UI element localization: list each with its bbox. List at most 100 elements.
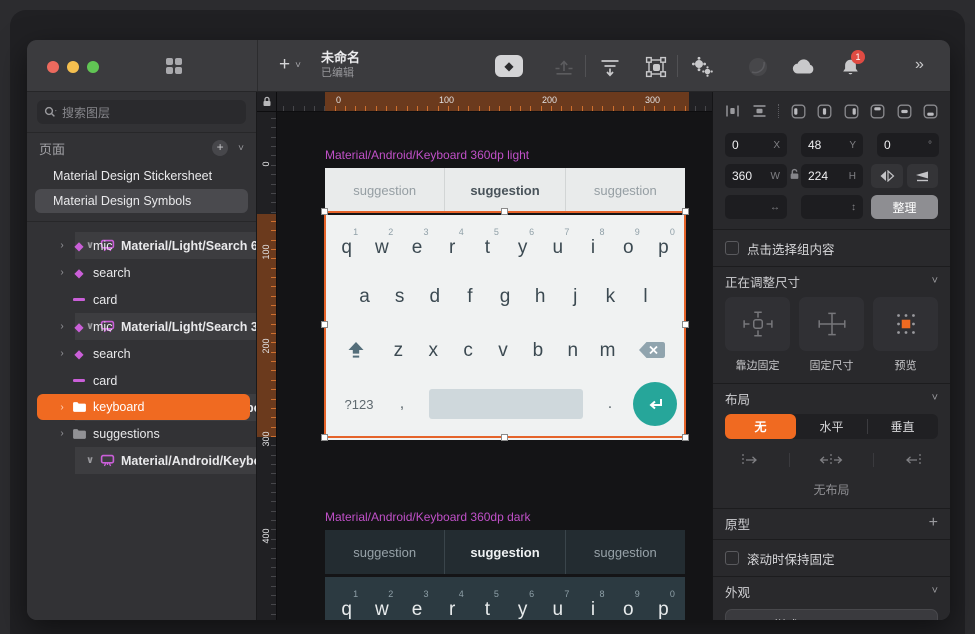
y-position-field[interactable]: 48Y xyxy=(801,133,863,157)
pages-collapse-chevron-icon[interactable]: ˅ xyxy=(238,143,244,154)
align-center-icon[interactable] xyxy=(818,453,844,467)
layer-row-symbol[interactable]: ›◆search xyxy=(27,259,256,286)
suggestion-chip[interactable]: suggestion xyxy=(325,530,444,574)
selection-handle[interactable] xyxy=(321,321,328,328)
cloud-sync-button[interactable] xyxy=(791,56,817,78)
resize-preview-button[interactable]: 预览 xyxy=(873,297,938,373)
align-middle-vertical-button[interactable] xyxy=(897,104,912,119)
align-left-button[interactable] xyxy=(791,104,806,119)
chevron-right-icon[interactable]: › xyxy=(55,428,69,439)
layer-row-folder[interactable]: ›keyboard xyxy=(37,394,250,420)
layer-row-symbol-instance[interactable]: card xyxy=(27,286,256,313)
layer-row-symbol[interactable]: ›◆mic xyxy=(27,313,256,340)
ruler-corner[interactable] xyxy=(257,92,277,112)
fix-size-button[interactable]: 固定尺寸 xyxy=(799,297,864,373)
select-group-content-checkbox[interactable] xyxy=(725,241,739,255)
key-w[interactable]: 2w xyxy=(364,589,399,620)
key-o[interactable]: 9o xyxy=(611,589,646,620)
v-spacing-field[interactable]: ↕ xyxy=(801,195,863,219)
create-symbol-button[interactable] xyxy=(551,56,577,78)
pin-to-edge-button[interactable]: 靠边固定 xyxy=(725,297,790,373)
component-grid-view-toggle[interactable] xyxy=(157,54,191,78)
flip-horizontal-button[interactable] xyxy=(871,164,903,188)
flip-vertical-button[interactable] xyxy=(907,164,939,188)
close-window-button[interactable] xyxy=(47,61,59,73)
selection-handle[interactable] xyxy=(501,208,508,215)
layer-row-artboard[interactable]: ∨Material/Android/Keyboard... xyxy=(75,447,257,474)
layout-vertical-segment[interactable]: 垂直 xyxy=(867,414,938,439)
chevron-right-icon[interactable]: › xyxy=(55,267,69,278)
aspect-lock-button[interactable] xyxy=(787,167,801,185)
key-e[interactable]: 3e xyxy=(399,589,434,620)
fix-on-scroll-checkbox[interactable] xyxy=(725,551,739,565)
prototype-section-header[interactable]: 原型 + xyxy=(725,509,938,537)
page-item[interactable]: Material Design Symbols xyxy=(35,189,248,213)
suggestion-chip[interactable]: suggestion xyxy=(444,168,564,212)
layer-row-symbol[interactable]: ›◆mic xyxy=(27,232,256,259)
selection-handle[interactable] xyxy=(682,208,689,215)
height-field[interactable]: 224H xyxy=(801,164,863,188)
key-r[interactable]: 4r xyxy=(435,589,470,620)
layer-row-folder[interactable]: ›suggestions xyxy=(27,420,256,447)
appearance-section-header[interactable]: 外观 ˅ xyxy=(725,577,938,605)
selection-handle[interactable] xyxy=(501,434,508,441)
selection-handle[interactable] xyxy=(321,208,328,215)
layout-none-segment[interactable]: 无 xyxy=(725,414,796,439)
align-center-horizontal-button[interactable] xyxy=(817,104,832,119)
chevron-right-icon[interactable]: › xyxy=(55,321,69,332)
chevron-right-icon[interactable]: › xyxy=(55,348,69,359)
color-disc-button[interactable] xyxy=(745,56,771,78)
h-spacing-field[interactable]: ↔ xyxy=(725,195,787,219)
manage-symbols-button[interactable] xyxy=(689,56,715,78)
selection-handle[interactable] xyxy=(682,434,689,441)
rotation-field[interactable]: 0° xyxy=(877,133,939,157)
suggestion-chip[interactable]: suggestion xyxy=(565,530,685,574)
resizing-section-header[interactable]: 正在调整尺寸 ˅ xyxy=(725,267,938,295)
layout-section-header[interactable]: 布局 ˅ xyxy=(725,384,938,412)
align-right-button[interactable] xyxy=(844,104,859,119)
suggestion-chip[interactable]: suggestion xyxy=(325,168,444,212)
suggestion-chip[interactable]: suggestion xyxy=(565,168,685,212)
width-field[interactable]: 360W xyxy=(725,164,787,188)
search-input[interactable]: 搜索图层 xyxy=(37,100,246,124)
minimize-window-button[interactable] xyxy=(67,61,79,73)
tidy-button-inspector[interactable]: 整理 xyxy=(871,195,938,219)
chevron-expand-icon[interactable]: ∨ xyxy=(83,455,97,466)
key-y[interactable]: 6y xyxy=(505,589,540,620)
zoom-window-button[interactable] xyxy=(87,61,99,73)
layer-style-dropdown[interactable]: 无图层样式 ˅ xyxy=(725,609,938,620)
artboard-title[interactable]: Material/Android/Keyboard 360dp light xyxy=(325,146,685,168)
key-q[interactable]: 1q xyxy=(329,589,364,620)
canvas-viewport[interactable]: Material/Android/Keyboard 360dp light su… xyxy=(277,112,712,620)
key-p[interactable]: 0p xyxy=(646,589,681,620)
key-t[interactable]: 5t xyxy=(470,589,505,620)
distribute-horizontally-button[interactable] xyxy=(725,104,740,118)
distribute-vertically-button[interactable] xyxy=(752,104,767,118)
insert-symbol-button[interactable]: ◆ xyxy=(495,55,523,77)
chevron-right-icon[interactable]: › xyxy=(55,402,69,413)
edit-selection-button[interactable] xyxy=(643,56,669,78)
add-prototype-button[interactable]: + xyxy=(929,514,938,532)
suggestion-bar[interactable]: suggestionsuggestionsuggestion xyxy=(325,530,685,574)
layer-row-symbol[interactable]: ›◆search xyxy=(27,340,256,367)
toolbar-overflow-button[interactable]: » xyxy=(915,56,922,74)
selection-handle[interactable] xyxy=(321,434,328,441)
align-start-icon[interactable] xyxy=(739,453,761,467)
layout-horizontal-segment[interactable]: 水平 xyxy=(796,414,867,439)
document-title-block[interactable]: 未命名 已编辑 xyxy=(321,50,360,80)
x-position-field[interactable]: 0X xyxy=(725,133,787,157)
chevron-right-icon[interactable]: › xyxy=(55,240,69,251)
suggestion-bar[interactable]: suggestionsuggestionsuggestion xyxy=(325,168,685,212)
align-bottom-button[interactable] xyxy=(923,104,938,119)
key-u[interactable]: 7u xyxy=(540,589,575,620)
key-i[interactable]: 8i xyxy=(575,589,610,620)
notifications-button[interactable]: 1 xyxy=(837,56,863,78)
align-end-icon[interactable] xyxy=(902,453,924,467)
tidy-button[interactable] xyxy=(597,56,623,78)
page-item[interactable]: Material Design Stickersheet xyxy=(35,164,248,188)
align-top-button[interactable] xyxy=(870,104,885,119)
layer-row-symbol-instance[interactable]: card xyxy=(27,367,256,394)
artboard-body[interactable]: suggestionsuggestionsuggestion 1q2w3e4r5… xyxy=(325,530,685,620)
artboard-dark[interactable]: Material/Android/Keyboard 360dp dark sug… xyxy=(325,508,685,620)
insert-menu-button[interactable]: + ˅ xyxy=(279,53,301,77)
